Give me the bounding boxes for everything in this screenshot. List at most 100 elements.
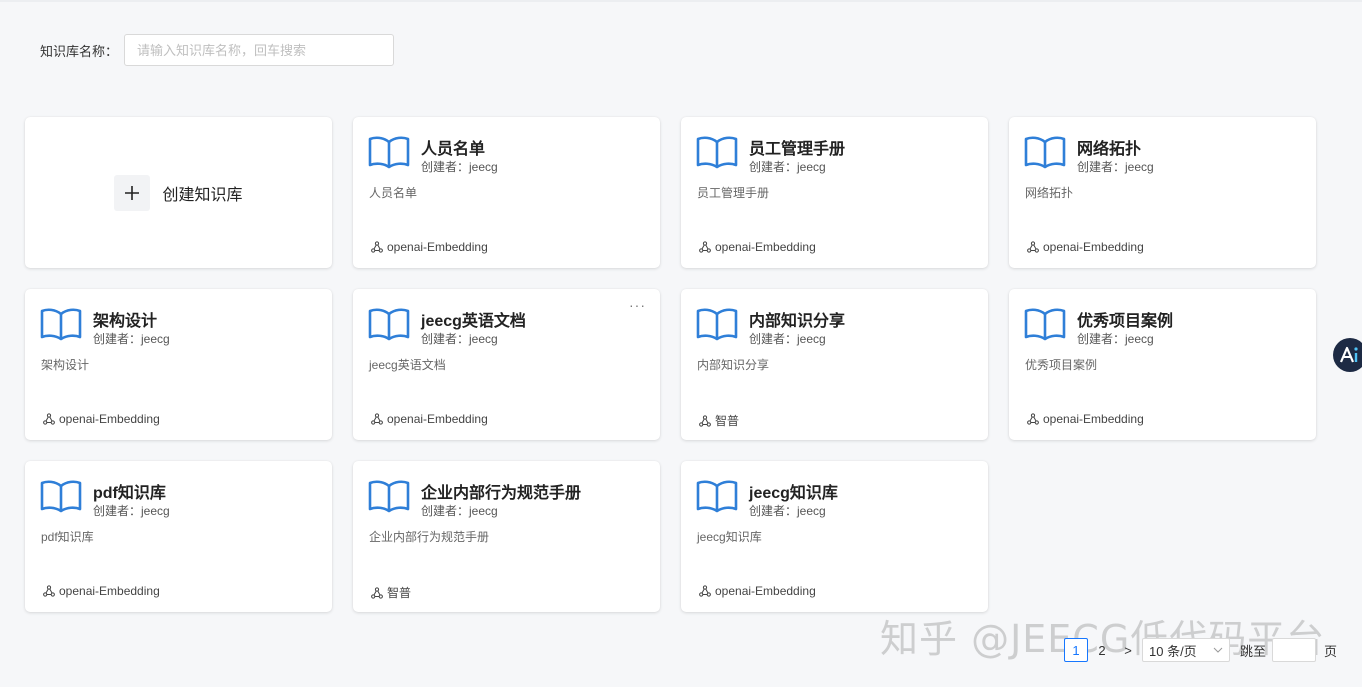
card-title: pdf知识库 <box>93 485 166 502</box>
card-creator: 创建者：jeecg <box>1077 160 1154 174</box>
card-title: 架构设计 <box>93 313 158 330</box>
knowledge-base-card[interactable]: 网络拓扑 创建者：jeecg 网络拓扑 openai-Embedding <box>1009 117 1316 268</box>
model-icon <box>699 585 711 597</box>
card-title: 人员名单 <box>421 141 486 158</box>
top-border <box>0 0 1362 2</box>
card-model-label: openai-Embedding <box>715 584 816 598</box>
knowledge-base-card[interactable]: 人员名单 创建者：jeecg 人员名单 openai-Embedding <box>353 117 660 268</box>
card-model-label: openai-Embedding <box>387 240 488 254</box>
model-icon <box>371 413 383 425</box>
card-title: 网络拓扑 <box>1077 141 1142 158</box>
card-title: jeecg英语文档 <box>421 313 526 330</box>
card-model: openai-Embedding <box>1027 412 1144 426</box>
book-icon <box>1024 308 1066 341</box>
model-icon <box>1027 241 1039 253</box>
card-creator: 创建者：jeecg <box>93 332 170 346</box>
model-icon <box>1027 413 1039 425</box>
knowledge-base-card[interactable]: 内部知识分享 创建者：jeecg 内部知识分享 智普 <box>681 289 988 440</box>
search-input[interactable] <box>124 34 395 66</box>
card-model-label: openai-Embedding <box>387 412 488 426</box>
model-icon <box>43 585 55 597</box>
knowledge-base-card[interactable]: 优秀项目案例 创建者：jeecg 优秀项目案例 openai-Embedding <box>1009 289 1316 440</box>
knowledge-base-card[interactable]: 企业内部行为规范手册 创建者：jeecg 企业内部行为规范手册 智普 <box>353 461 660 612</box>
card-description: 企业内部行为规范手册 <box>369 530 490 544</box>
create-knowledge-base-card[interactable]: 创建知识库 <box>25 117 332 268</box>
card-model: openai-Embedding <box>699 584 816 598</box>
search-label: 知识库名称： <box>40 43 119 59</box>
card-description: 内部知识分享 <box>697 358 770 372</box>
card-creator: 创建者：jeecg <box>1077 332 1154 346</box>
search-bar: 知识库名称： <box>40 34 395 66</box>
card-model: openai-Embedding <box>43 584 160 598</box>
card-description: 优秀项目案例 <box>1025 358 1098 372</box>
create-knowledge-base-label: 创建知识库 <box>162 186 243 204</box>
book-icon <box>696 136 738 169</box>
card-model: openai-Embedding <box>371 240 488 254</box>
create-knowledge-base-button[interactable]: 创建知识库 <box>114 174 243 211</box>
pagination: 1 2 > 10 条/页 跳至 页 <box>1064 638 1337 662</box>
chevron-down-icon <box>1213 647 1223 653</box>
card-model-label: openai-Embedding <box>1043 240 1144 254</box>
next-page-button[interactable]: > <box>1116 638 1140 662</box>
page-size-select[interactable]: 10 条/页 <box>1142 638 1230 662</box>
model-icon <box>699 241 711 253</box>
card-model-label: 智普 <box>715 414 740 428</box>
card-model-label: openai-Embedding <box>715 240 816 254</box>
card-description: 员工管理手册 <box>697 186 770 200</box>
card-description: pdf知识库 <box>41 530 94 544</box>
more-options-icon[interactable]: ··· <box>629 297 646 313</box>
ai-icon <box>1339 346 1358 363</box>
book-icon <box>368 136 410 169</box>
card-creator: 创建者：jeecg <box>749 160 826 174</box>
card-model-label: openai-Embedding <box>59 584 160 598</box>
knowledge-base-card[interactable]: 架构设计 创建者：jeecg 架构设计 openai-Embedding <box>25 289 332 440</box>
knowledge-base-card[interactable]: pdf知识库 创建者：jeecg pdf知识库 openai-Embedding <box>25 461 332 612</box>
book-icon <box>40 480 82 513</box>
card-model: openai-Embedding <box>371 412 488 426</box>
page-size-value: 10 条/页 <box>1149 643 1197 659</box>
card-creator: 创建者：jeecg <box>421 504 498 518</box>
card-creator: 创建者：jeecg <box>749 332 826 346</box>
book-icon <box>696 308 738 341</box>
book-icon <box>40 308 82 341</box>
card-creator: 创建者：jeecg <box>749 504 826 518</box>
card-model: openai-Embedding <box>43 412 160 426</box>
card-description: 网络拓扑 <box>1025 186 1074 200</box>
card-creator: 创建者：jeecg <box>421 332 498 346</box>
card-model-label: openai-Embedding <box>59 412 160 426</box>
card-model: openai-Embedding <box>1027 240 1144 254</box>
model-icon <box>371 241 383 253</box>
card-description: 人员名单 <box>369 186 418 200</box>
card-model-label: openai-Embedding <box>1043 412 1144 426</box>
book-icon <box>696 480 738 513</box>
knowledge-base-card[interactable]: jeecg知识库 创建者：jeecg jeecg知识库 openai-Embed… <box>681 461 988 612</box>
book-icon <box>368 308 410 341</box>
card-title: 内部知识分享 <box>749 313 846 330</box>
book-icon <box>1024 136 1066 169</box>
page-button-2[interactable]: 2 <box>1090 638 1114 662</box>
model-icon <box>371 586 383 599</box>
page-button-1[interactable]: 1 <box>1064 638 1088 662</box>
card-creator: 创建者：jeecg <box>93 504 170 518</box>
plus-icon <box>114 174 151 211</box>
ai-assistant-button[interactable] <box>1333 338 1362 372</box>
card-title: 企业内部行为规范手册 <box>421 485 582 502</box>
jump-label: 跳至 <box>1240 643 1267 659</box>
book-icon <box>368 480 410 513</box>
card-title: jeecg知识库 <box>749 485 838 502</box>
page-suffix-label: 页 <box>1324 643 1338 659</box>
knowledge-base-card[interactable]: 员工管理手册 创建者：jeecg 员工管理手册 openai-Embedding <box>681 117 988 268</box>
card-title: 优秀项目案例 <box>1077 313 1174 330</box>
card-creator: 创建者：jeecg <box>421 160 498 174</box>
card-description: 架构设计 <box>41 358 90 372</box>
jump-page-input[interactable] <box>1272 638 1317 662</box>
card-model: openai-Embedding <box>699 240 816 254</box>
card-model: 智普 <box>699 412 739 429</box>
model-icon <box>43 413 55 425</box>
card-model-label: 智普 <box>387 586 412 600</box>
card-description: jeecg知识库 <box>697 530 762 544</box>
model-icon <box>699 414 711 427</box>
chevron-right-icon: > <box>1124 642 1132 658</box>
card-description: jeecg英语文档 <box>369 358 446 372</box>
knowledge-base-card[interactable]: jeecg英语文档 创建者：jeecg jeecg英语文档 openai-Emb… <box>353 289 660 440</box>
